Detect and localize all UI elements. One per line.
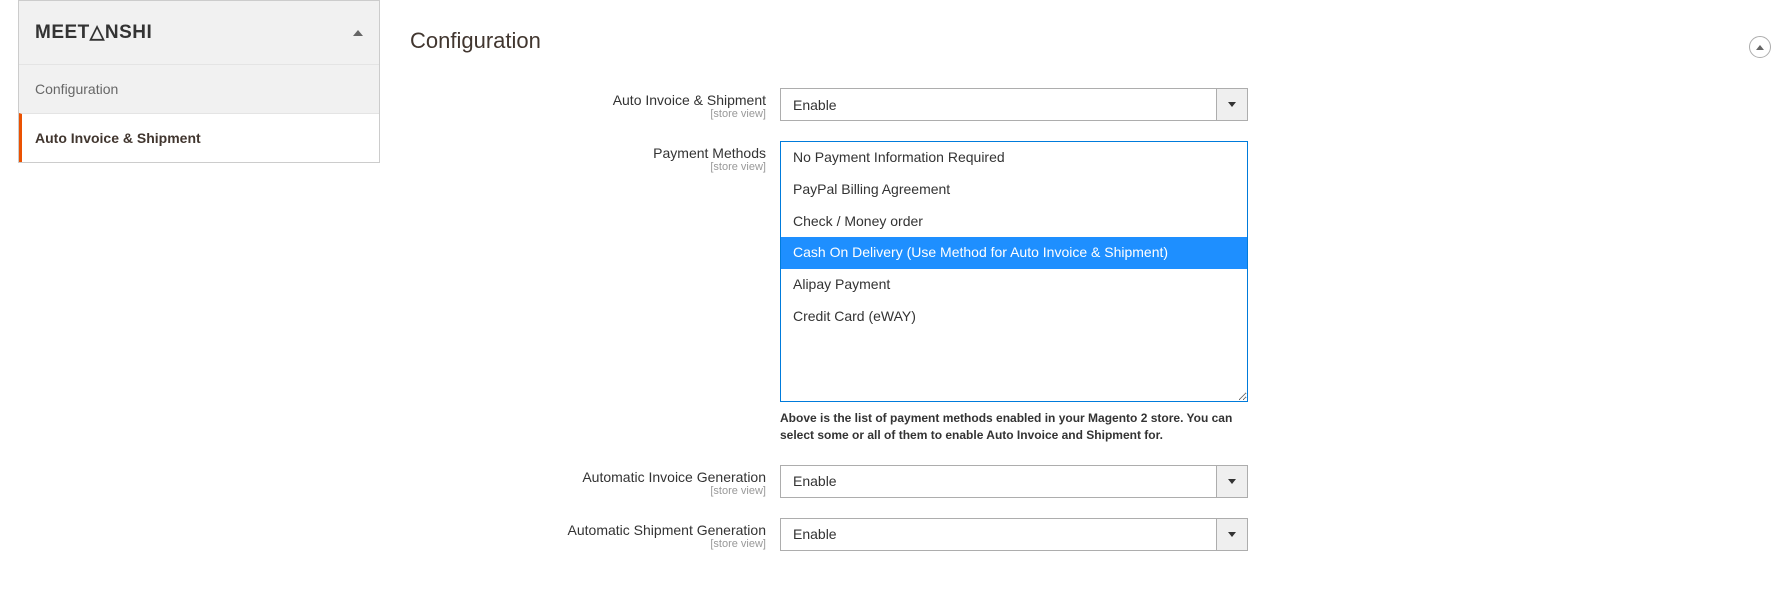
field-automatic-invoice-generation: Automatic Invoice Generation [store view…: [410, 465, 1759, 498]
field-automatic-shipment-generation: Automatic Shipment Generation [store vie…: [410, 518, 1759, 551]
field-scope: [store view]: [410, 108, 766, 120]
payment-method-option[interactable]: No Payment Information Required: [781, 142, 1247, 174]
payment-methods-note: Above is the list of payment methods ena…: [780, 410, 1248, 445]
field-payment-methods: Payment Methods [store view] No Payment …: [410, 141, 1759, 445]
field-scope: [store view]: [410, 161, 766, 173]
auto-invoice-shipment-select[interactable]: Enable: [780, 88, 1248, 121]
chevron-up-icon: [353, 30, 363, 36]
payment-method-option[interactable]: Alipay Payment: [781, 269, 1247, 301]
collapse-section-toggle[interactable]: [1749, 36, 1771, 58]
chevron-up-icon: [1756, 45, 1764, 50]
page-title: Configuration: [410, 28, 1759, 54]
payment-methods-multiselect[interactable]: No Payment Information RequiredPayPal Bi…: [780, 141, 1248, 402]
field-auto-invoice-shipment: Auto Invoice & Shipment [store view] Ena…: [410, 88, 1759, 121]
payment-method-option[interactable]: Check / Money order: [781, 206, 1247, 238]
sidebar-item-label: Auto Invoice & Shipment: [35, 130, 201, 146]
main-content: Configuration Auto Invoice & Shipment [s…: [380, 0, 1789, 610]
payment-method-option[interactable]: Cash On Delivery (Use Method for Auto In…: [781, 237, 1247, 269]
payment-method-option[interactable]: PayPal Billing Agreement: [781, 174, 1247, 206]
field-label: Payment Methods: [653, 145, 766, 161]
sidebar-item-auto-invoice-shipment[interactable]: Auto Invoice & Shipment: [19, 113, 379, 162]
brand-title: MEET△NSHI: [35, 21, 152, 44]
field-label: Automatic Invoice Generation: [582, 469, 766, 485]
field-label: Auto Invoice & Shipment: [613, 92, 766, 108]
field-scope: [store view]: [410, 538, 766, 550]
field-scope: [store view]: [410, 485, 766, 497]
automatic-invoice-generation-select[interactable]: Enable: [780, 465, 1248, 498]
automatic-shipment-generation-select[interactable]: Enable: [780, 518, 1248, 551]
payment-method-option[interactable]: Credit Card (eWAY): [781, 301, 1247, 333]
field-label: Automatic Shipment Generation: [568, 522, 766, 538]
sidebar-section-meetanshi[interactable]: MEET△NSHI: [19, 1, 379, 64]
sidebar-item-label: Configuration: [35, 81, 118, 97]
sidebar-item-configuration[interactable]: Configuration: [19, 64, 379, 113]
config-sidebar: MEET△NSHI Configuration Auto Invoice & S…: [0, 0, 380, 610]
